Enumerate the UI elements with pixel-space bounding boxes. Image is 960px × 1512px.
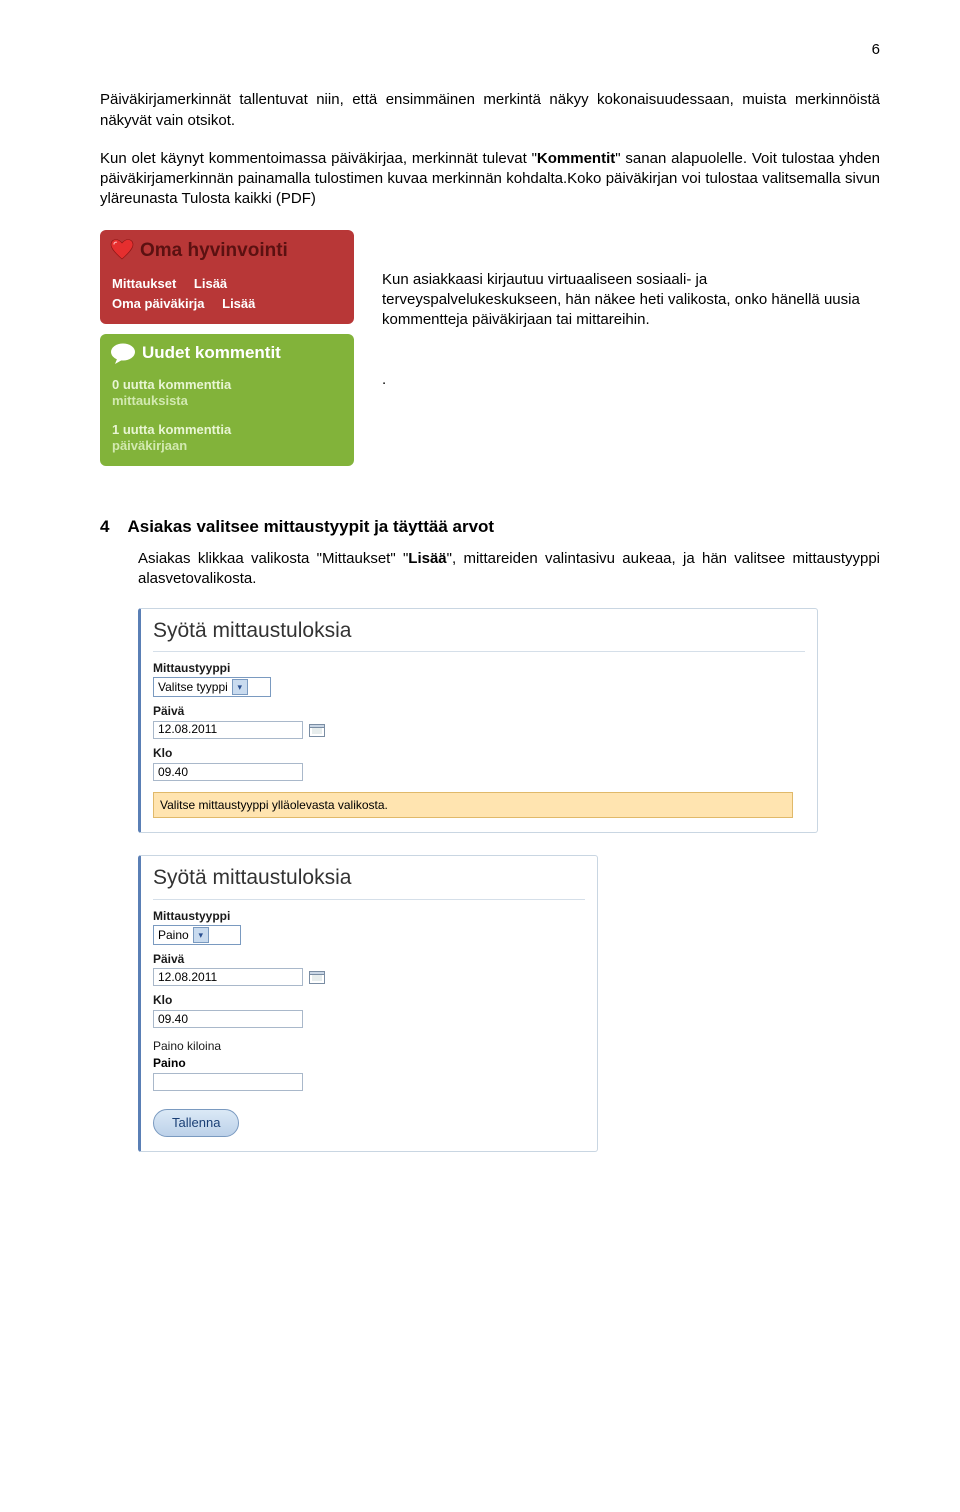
form1-day-value: 12.08.2011 — [158, 721, 217, 737]
form1-time-label: Klo — [153, 745, 805, 761]
side-description-dot: . — [382, 370, 880, 390]
form2-type-value: Paino — [158, 927, 189, 943]
form2-type-select[interactable]: Paino ▾ — [153, 925, 241, 945]
form2-day-value: 12.08.2011 — [158, 969, 217, 985]
side-description-body: Kun asiakkaasi kirjautuu virtuaaliseen s… — [382, 270, 880, 331]
wellbeing-panel: Oma hyvinvointi Mittaukset Lisää Oma päi… — [100, 230, 354, 325]
form1-type-value: Valitse tyyppi — [158, 679, 228, 695]
form1-type-label: Mittaustyyppi — [153, 660, 805, 676]
form2-kg-label: Paino kiloina — [153, 1038, 585, 1054]
section-4-body-a: Asiakas klikkaa valikosta "Mittaukset" " — [138, 550, 408, 567]
paragraph-2-text-a: Kun olet käynyt kommentoimassa päiväkirj… — [100, 150, 537, 167]
form2-title: Syötä mittaustuloksia — [153, 864, 585, 899]
measurement-form-1: Syötä mittaustuloksia Mittaustyyppi Vali… — [138, 608, 818, 834]
chevron-down-icon: ▾ — [232, 679, 248, 695]
calendar-icon[interactable] — [309, 723, 325, 737]
page-number: 6 — [100, 40, 880, 60]
form2-type-label: Mittaustyyppi — [153, 908, 585, 924]
comments-stat-diary[interactable]: 1 uutta kommenttia päiväkirjaan — [100, 416, 354, 467]
measurement-form-2: Syötä mittaustuloksia Mittaustyyppi Pain… — [138, 855, 598, 1152]
wellbeing-title: Oma hyvinvointi — [140, 238, 288, 264]
wellbeing-diary-add-link[interactable]: Lisää — [222, 296, 255, 311]
comments-sub-diary: päiväkirjaan — [112, 438, 342, 454]
form1-title: Syötä mittaustuloksia — [153, 617, 805, 652]
form2-day-label: Päivä — [153, 951, 585, 967]
form1-day-input[interactable]: 12.08.2011 — [153, 721, 303, 739]
form2-weight-label: Paino — [153, 1055, 585, 1071]
comments-title: Uudet kommentit — [142, 342, 281, 365]
form1-type-select[interactable]: Valitse tyyppi ▾ — [153, 677, 271, 697]
form2-day-input[interactable]: 12.08.2011 — [153, 968, 303, 986]
form1-time-value: 09.40 — [158, 764, 188, 780]
comments-count-diary: 1 uutta kommenttia — [112, 422, 342, 438]
form2-time-input[interactable]: 09.40 — [153, 1010, 303, 1028]
form1-time-input[interactable]: 09.40 — [153, 763, 303, 781]
chevron-down-icon: ▾ — [193, 927, 209, 943]
comments-stat-measurements[interactable]: 0 uutta kommenttia mittauksista — [100, 371, 354, 416]
paragraph-1: Päiväkirjamerkinnät tallentuvat niin, et… — [100, 90, 880, 131]
paragraph-2: Kun olet käynyt kommentoimassa päiväkirj… — [100, 149, 880, 210]
save-button[interactable]: Tallenna — [153, 1109, 239, 1137]
comments-panel: Uudet kommentit 0 uutta kommenttia mitta… — [100, 334, 354, 466]
comments-sub-measurements: mittauksista — [112, 393, 342, 409]
heart-icon — [110, 239, 134, 261]
section-4-title: Asiakas valitsee mittaustyypit ja täyttä… — [127, 516, 880, 539]
form1-day-label: Päivä — [153, 703, 805, 719]
form1-notice: Valitse mittaustyyppi ylläolevasta valik… — [153, 792, 793, 818]
wellbeing-diary-link[interactable]: Oma päiväkirja — [112, 296, 205, 311]
form2-time-label: Klo — [153, 992, 585, 1008]
section-4-body-bold: Lisää — [408, 550, 446, 567]
form2-weight-input[interactable] — [153, 1073, 303, 1091]
calendar-icon[interactable] — [309, 970, 325, 984]
comments-count-measurements: 0 uutta kommenttia — [112, 377, 342, 393]
paragraph-1-text: Päiväkirjamerkinnät tallentuvat niin, et… — [100, 91, 880, 128]
form2-time-value: 09.40 — [158, 1011, 188, 1027]
paragraph-2-bold: Kommentit — [537, 150, 615, 167]
wellbeing-measurements-add-link[interactable]: Lisää — [194, 276, 227, 291]
wellbeing-measurements-link[interactable]: Mittaukset — [112, 276, 176, 291]
section-4-body: Asiakas klikkaa valikosta "Mittaukset" "… — [138, 549, 880, 590]
side-description: Kun asiakkaasi kirjautuu virtuaaliseen s… — [382, 230, 880, 391]
speech-bubble-icon — [110, 343, 136, 365]
section-4-number: 4 — [100, 516, 109, 539]
